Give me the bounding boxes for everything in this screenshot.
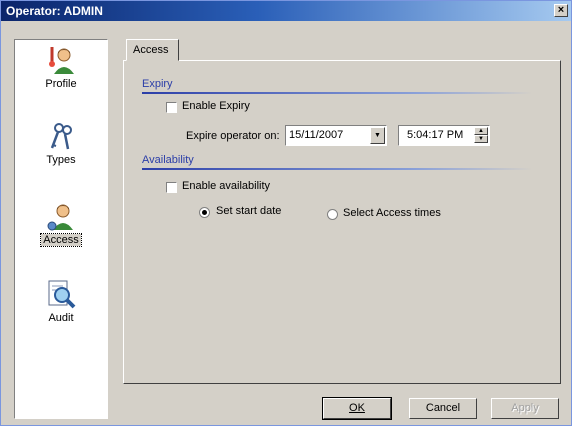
sidebar-item-label: Access bbox=[40, 233, 82, 247]
apply-button-label: Apply bbox=[511, 402, 539, 414]
sidebar: Profile Types Access Audit bbox=[14, 39, 108, 419]
spin-down-icon[interactable]: ▼ bbox=[474, 135, 488, 143]
sidebar-item-access[interactable]: Access bbox=[15, 200, 107, 247]
tab-access[interactable]: Access bbox=[126, 39, 179, 61]
expire-operator-label: Expire operator on: bbox=[186, 130, 280, 142]
sidebar-item-label: Audit bbox=[48, 312, 74, 324]
expiry-date-value: 15/11/2007 bbox=[289, 129, 344, 141]
window-title: Operator: ADMIN bbox=[6, 4, 103, 18]
spin-up-icon[interactable]: ▲ bbox=[474, 127, 488, 135]
section-divider bbox=[142, 92, 532, 94]
cancel-button[interactable]: Cancel bbox=[409, 398, 477, 419]
sidebar-item-label: Types bbox=[46, 154, 76, 166]
sidebar-item-audit[interactable]: Audit bbox=[15, 278, 107, 324]
section-divider bbox=[142, 168, 532, 170]
apply-button[interactable]: Apply bbox=[491, 398, 559, 419]
availability-section-title: Availability bbox=[142, 154, 194, 166]
close-button[interactable]: × bbox=[554, 4, 568, 17]
expiry-time-value: 5:04:17 PM bbox=[407, 129, 464, 141]
cancel-button-label: Cancel bbox=[425, 402, 461, 414]
sidebar-item-profile[interactable]: Profile bbox=[15, 44, 107, 90]
enable-expiry-checkbox[interactable] bbox=[166, 102, 177, 113]
time-spinner[interactable]: ▲ ▼ bbox=[474, 127, 488, 144]
keys-icon bbox=[50, 123, 72, 150]
select-access-times-label: Select Access times bbox=[343, 207, 441, 219]
user-access-icon bbox=[47, 204, 73, 231]
sidebar-item-label: Profile bbox=[45, 78, 77, 90]
ok-button-label: OK bbox=[349, 402, 365, 414]
expiry-section-title: Expiry bbox=[142, 78, 173, 90]
sidebar-item-types[interactable]: Types bbox=[15, 120, 107, 166]
expiry-time-picker[interactable]: 5:04:17 PM ▲ ▼ bbox=[398, 125, 490, 146]
user-profile-icon bbox=[49, 47, 74, 74]
audit-magnifier-icon bbox=[48, 280, 76, 309]
operator-dialog: Operator: ADMIN × Profile Types Access A… bbox=[0, 0, 572, 426]
set-start-date-radio[interactable] bbox=[199, 207, 210, 218]
select-access-times-radio[interactable] bbox=[327, 209, 338, 220]
expiry-date-picker[interactable]: 15/11/2007 ▼ bbox=[285, 125, 387, 146]
chevron-down-icon[interactable]: ▼ bbox=[370, 127, 385, 144]
enable-expiry-label: Enable Expiry bbox=[182, 100, 250, 112]
title-bar[interactable]: Operator: ADMIN × bbox=[1, 1, 571, 21]
set-start-date-label: Set start date bbox=[216, 205, 282, 217]
enable-availability-checkbox[interactable] bbox=[166, 182, 177, 193]
enable-availability-label: Enable availability bbox=[182, 180, 271, 192]
ok-button[interactable]: OK bbox=[322, 397, 392, 420]
